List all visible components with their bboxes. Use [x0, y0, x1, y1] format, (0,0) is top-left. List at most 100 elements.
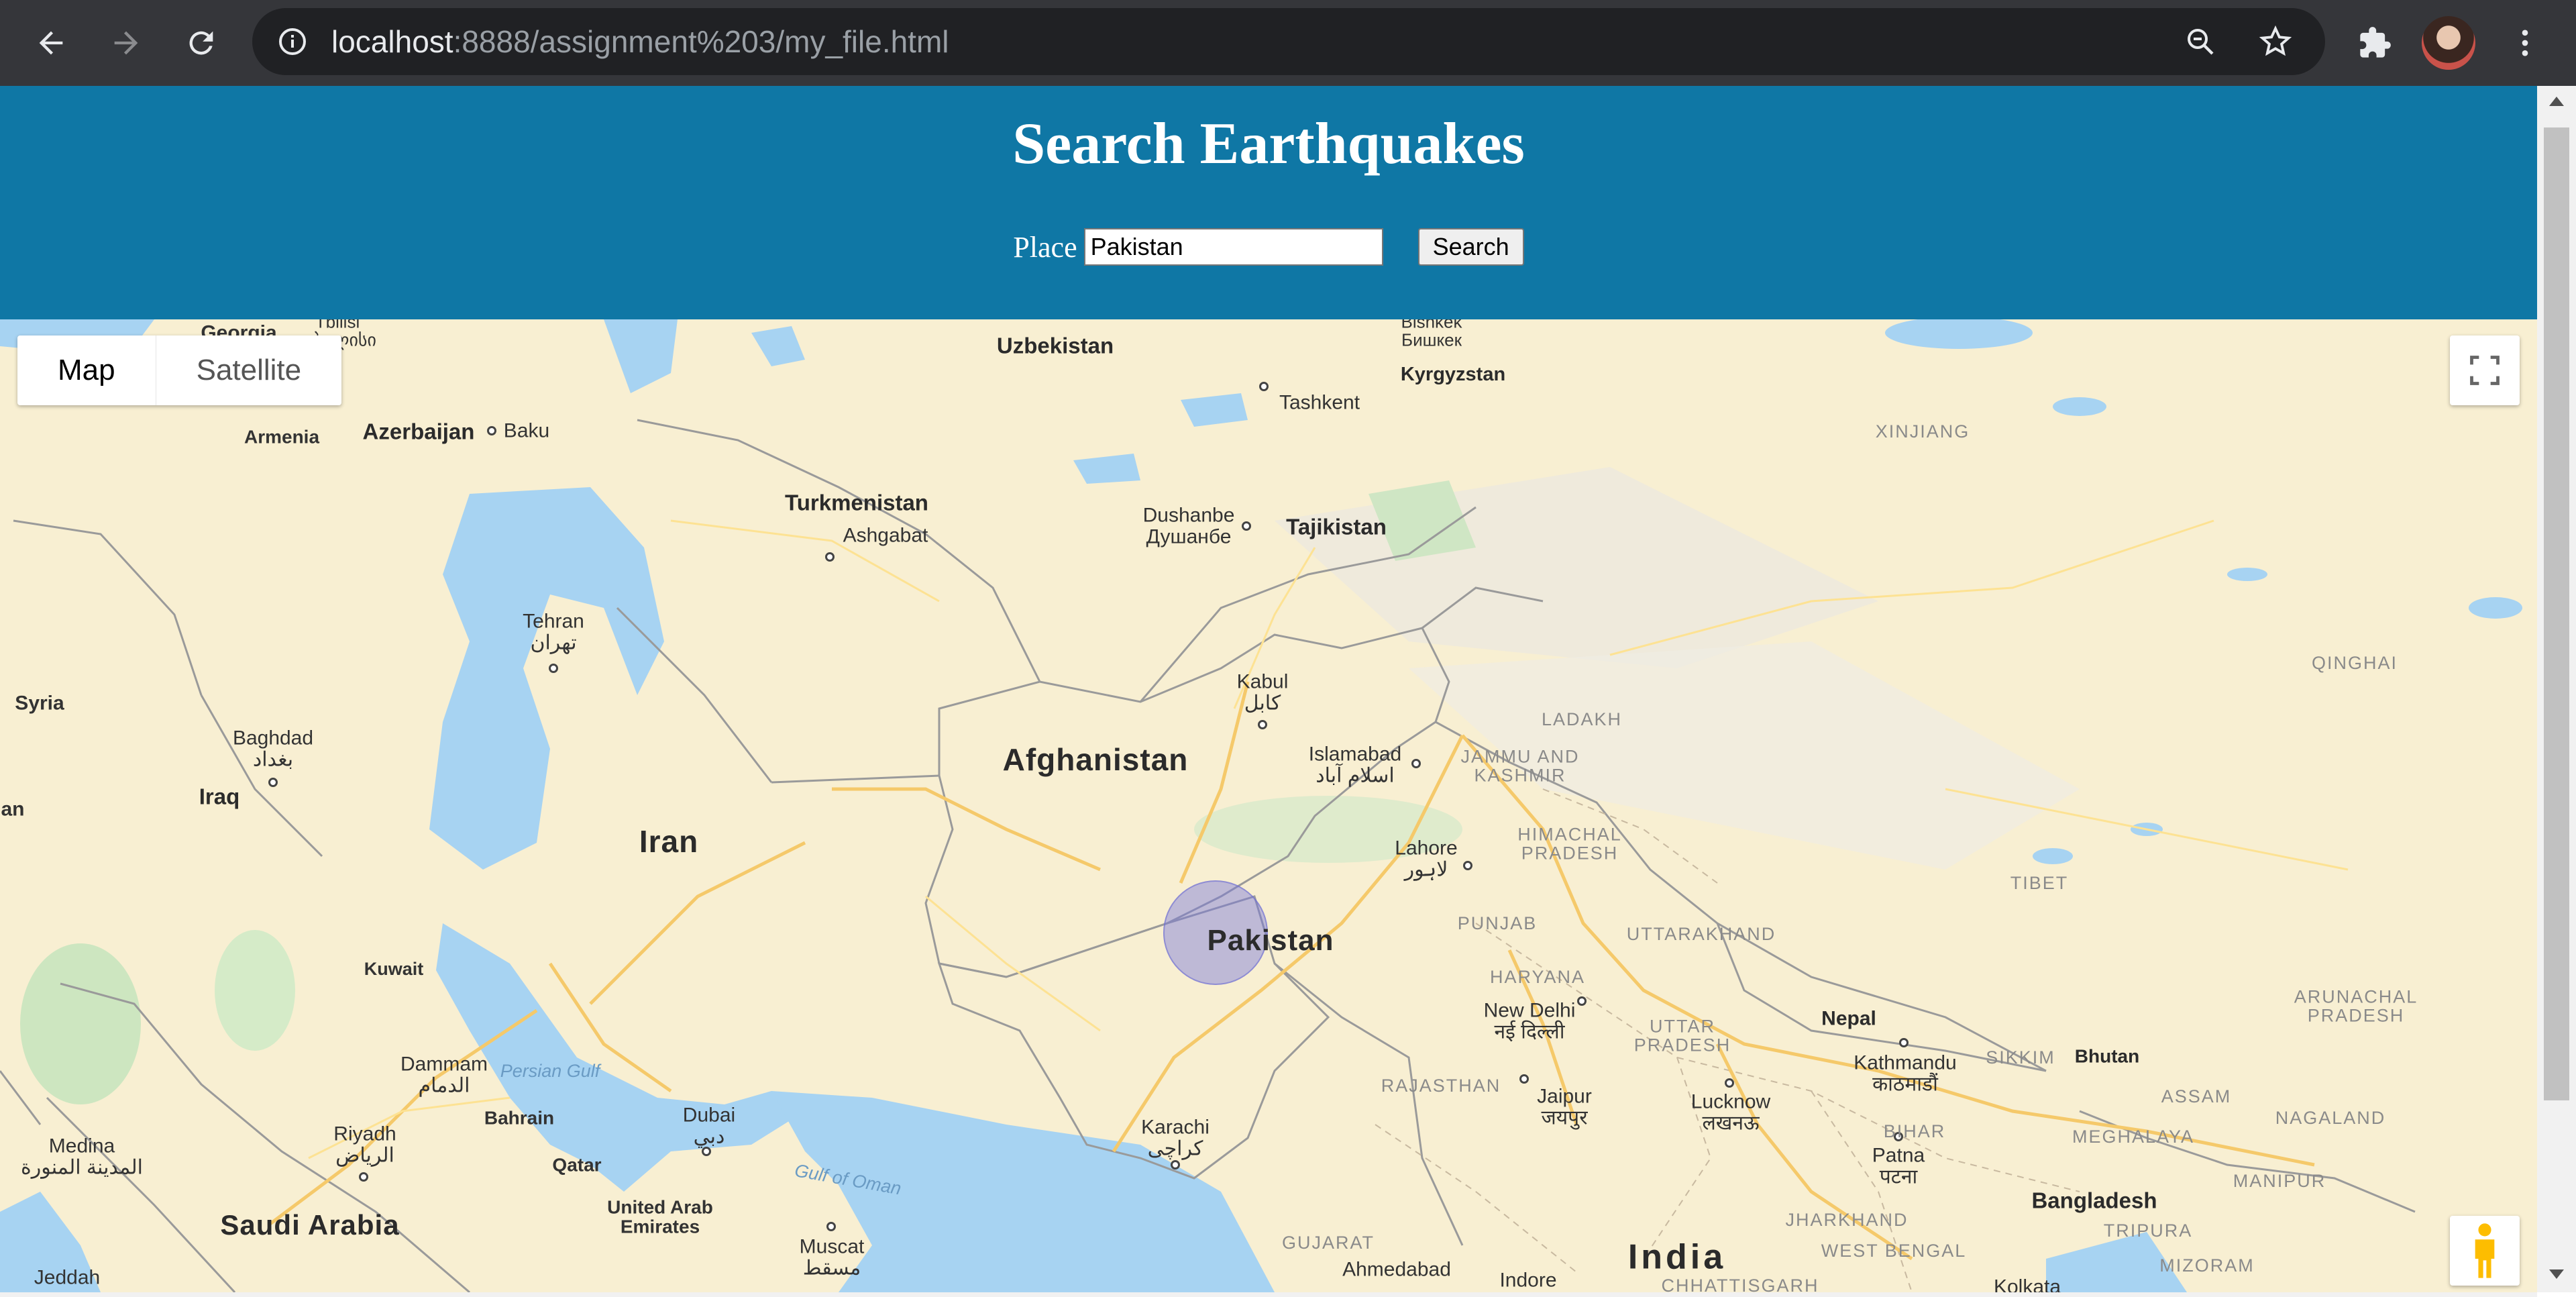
map-label-dubai: Dubai دبي — [682, 1104, 736, 1147]
map-label-kuwait: Kuwait — [364, 958, 424, 979]
riyadh-dot — [359, 1172, 368, 1182]
map-label-rajasthan: RAJASTHAN — [1381, 1075, 1501, 1096]
lahore-dot — [1463, 861, 1472, 870]
map-label-tehran: Tehran تهران — [523, 610, 584, 654]
horizontal-scrollbar[interactable] — [0, 1292, 2537, 1297]
dushanbe-dot — [1242, 521, 1251, 531]
map-label-uttarakhand: UTTARAKHAND — [1626, 923, 1776, 944]
islamabad-dot — [1411, 759, 1421, 768]
map-label-qatar: Qatar — [552, 1154, 602, 1176]
lucknow-dot — [1725, 1078, 1734, 1088]
map-label-haryana: HARYANA — [1489, 966, 1586, 987]
address-bar[interactable]: localhost:8888/assignment%203/my_file.ht… — [252, 8, 2325, 75]
map-label-saudi-arabia: Saudi Arabia — [220, 1208, 400, 1241]
place-input[interactable] — [1083, 228, 1383, 266]
map-label-lahore: Lahore لاہور — [1395, 837, 1458, 880]
map-label-jeddah: Jeddah — [34, 1266, 101, 1289]
map-label-karachi: Karachi کراچی — [1141, 1116, 1210, 1159]
url-path: :8888/assignment%203/my_file.html — [453, 24, 949, 59]
map-label-jaipur: Jaipur जयपुर — [1537, 1085, 1592, 1129]
map-label-bahrain: Bahrain — [484, 1107, 555, 1129]
map-label-armenia: Armenia — [244, 426, 320, 448]
map-label-himachal-pradesh: HIMACHAL PRADESH — [1517, 824, 1622, 864]
info-icon[interactable] — [276, 25, 309, 61]
forward-icon[interactable] — [99, 16, 153, 70]
map-label-ladakh: LADAKH — [1541, 709, 1623, 729]
zoom-icon[interactable] — [2184, 25, 2216, 61]
bookmark-star-icon[interactable] — [2258, 24, 2293, 62]
map-label-bhutan: Bhutan — [2074, 1045, 2140, 1067]
menu-kebab-icon[interactable] — [2498, 16, 2552, 70]
map-label-meghalaya: MEGHALAYA — [2072, 1126, 2195, 1147]
map-label-west-bengal: WEST BENGAL — [1821, 1240, 1967, 1261]
new-delhi-dot — [1577, 996, 1587, 1006]
map-label-jammu-kashmir: JAMMU AND KASHMIR — [1460, 746, 1580, 786]
map-label-tripura: TRIPURA — [2103, 1220, 2193, 1241]
map-label-tajikistan: Tajikistan — [1286, 514, 1387, 539]
map-label-tashkent: Tashkent — [1279, 391, 1360, 414]
fullscreen-icon — [2470, 356, 2500, 385]
map-label-bangladesh: Bangladesh — [2031, 1188, 2157, 1213]
map-label-iraq: Iraq — [199, 784, 240, 809]
map-label-qinghai: QINGHAI — [2311, 652, 2398, 673]
map-label-baku: Baku — [503, 419, 550, 442]
map-label-punjab: PUNJAB — [1457, 913, 1538, 933]
map-label-gujarat: GUJARAT — [1281, 1232, 1375, 1253]
map-label-medina: Medina المدينة المنورة — [21, 1135, 143, 1178]
map-label-assam: ASSAM — [2161, 1086, 2232, 1106]
search-button[interactable]: Search — [1417, 228, 1524, 266]
fullscreen-button[interactable] — [2450, 335, 2520, 405]
muscat-dot — [826, 1222, 836, 1231]
map-label-afghanistan: Afghanistan — [1002, 741, 1189, 777]
map-label-manipur: MANIPUR — [2233, 1170, 2326, 1191]
street-view-pegman-button[interactable] — [2450, 1216, 2520, 1286]
map-label-xinjiang: XINJIANG — [1875, 421, 1970, 442]
scroll-up-icon[interactable] — [2549, 97, 2564, 106]
map-label-islamabad: Islamabad اسلام آباد — [1308, 743, 1402, 786]
map-label-syria: Syria — [15, 692, 64, 715]
profile-avatar[interactable] — [2422, 16, 2475, 70]
back-icon[interactable] — [24, 16, 78, 70]
map-label-jharkhand: JHARKHAND — [1785, 1209, 1909, 1230]
dubai-dot — [702, 1147, 711, 1156]
place-label: Place — [1013, 230, 1077, 264]
page-title: Search Earthquakes — [1012, 111, 1525, 176]
page-header: Search Earthquakes Place Search — [0, 86, 2537, 319]
map-label-ahmedabad: Ahmedabad — [1342, 1258, 1451, 1281]
tashkent-dot — [1259, 382, 1269, 391]
search-form: Place Search — [0, 228, 2537, 266]
map-label-sikkim: SIKKIM — [1986, 1047, 2055, 1068]
map-label-uzbekistan: Uzbekistan — [996, 333, 1114, 358]
map-label-kabul: Kabul کابل — [1236, 670, 1289, 714]
map-label-muscat: Muscat مسقط — [799, 1235, 865, 1279]
kabul-dot — [1258, 720, 1267, 729]
map-type-control: Map Satellite — [17, 335, 342, 405]
reload-icon[interactable] — [174, 16, 228, 70]
map[interactable]: Uzbekistan Bishkek Бишкек Kyrgyzstan Tas… — [0, 319, 2537, 1292]
extensions-icon[interactable] — [2348, 16, 2402, 70]
map-label-kolkata: Kolkata — [1993, 1276, 2061, 1292]
jaipur-dot — [1519, 1074, 1529, 1084]
map-label-mizoram: MIZORAM — [2159, 1255, 2255, 1276]
map-type-map-button[interactable]: Map — [17, 335, 156, 405]
pegman-icon — [2475, 1223, 2495, 1278]
map-label-nepal: Nepal — [1821, 1007, 1876, 1030]
ashgabat-dot — [825, 552, 835, 562]
map-label-dammam: Dammam الدمام — [400, 1053, 488, 1096]
karachi-dot — [1171, 1160, 1180, 1170]
scroll-thumb[interactable] — [2544, 127, 2569, 1100]
map-label-iran: Iran — [639, 823, 699, 859]
map-label-bihar: BIHAR — [1883, 1121, 1946, 1141]
map-label-edge-left: an — [1, 798, 25, 821]
map-label-ashgabat: Ashgabat — [843, 524, 928, 547]
map-label-nagaland: NAGALAND — [2275, 1107, 2386, 1128]
vertical-scrollbar[interactable] — [2537, 86, 2576, 1292]
tehran-dot — [549, 664, 558, 673]
map-label-riyadh: Riyadh الرياض — [333, 1123, 396, 1166]
baghdad-dot — [268, 778, 278, 787]
url-host: localhost — [331, 24, 453, 59]
map-label-uttar-pradesh: UTTAR PRADESH — [1633, 1016, 1731, 1055]
map-label-pakistan: Pakistan — [1207, 923, 1334, 957]
map-type-satellite-button[interactable]: Satellite — [156, 335, 342, 405]
scroll-down-icon[interactable] — [2549, 1269, 2564, 1279]
